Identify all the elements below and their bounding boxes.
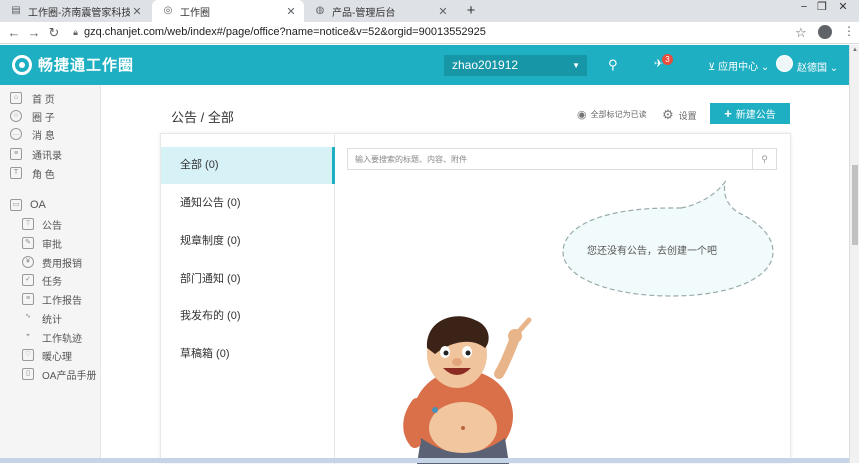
- cartoon-character: [403, 316, 532, 464]
- search-icon[interactable]: ⚲: [608, 57, 618, 73]
- logo[interactable]: 畅捷通工作圈: [12, 54, 134, 75]
- avatar[interactable]: [776, 55, 793, 72]
- close-icon[interactable]: ✕: [284, 5, 298, 18]
- category-department[interactable]: 部门通知 (0): [161, 261, 335, 298]
- company-select[interactable]: zhao201912 ▼: [444, 55, 587, 76]
- mark-all-read-button[interactable]: ◉ 全部标记为已读: [577, 108, 647, 121]
- caret-down-icon: ▼: [572, 61, 580, 70]
- sidebar-item-contacts[interactable]: ≡ 通讯录: [10, 145, 62, 163]
- oa-icon: ▭: [10, 199, 22, 211]
- message-icon: …: [10, 128, 22, 140]
- sidebar-item-manual[interactable]: ▯ OA产品手册: [22, 365, 96, 383]
- minimize-icon[interactable]: −: [797, 0, 811, 18]
- more-menu-icon[interactable]: ⋮: [843, 24, 855, 38]
- plus-icon: +: [724, 106, 732, 121]
- page-scrollbar[interactable]: ▲: [849, 45, 859, 463]
- sidebar-item-messages[interactable]: … 消 息: [10, 125, 55, 143]
- shirt-icon: T: [10, 167, 22, 179]
- task-icon: ✓: [22, 274, 34, 286]
- browser-tab-3[interactable]: ◍ 产品-管理后台 ✕: [304, 0, 456, 22]
- notice-icon: ⊤: [22, 218, 34, 230]
- logo-text: 畅捷通工作圈: [38, 57, 135, 74]
- window-close-icon[interactable]: ✕: [836, 0, 850, 18]
- sidebar-item-circle[interactable]: ○ 圈 子: [10, 107, 55, 125]
- category-rules[interactable]: 规章制度 (0): [161, 223, 335, 260]
- sidebar-item-home[interactable]: ⌂ 首 页: [10, 89, 55, 107]
- forward-icon[interactable]: →: [26, 25, 42, 41]
- search-icon[interactable]: ⚲: [752, 149, 776, 169]
- chevron-down-icon: ⌄: [829, 63, 839, 74]
- category-drafts[interactable]: 草稿箱 (0): [161, 336, 335, 373]
- os-taskbar: [0, 458, 849, 463]
- user-menu[interactable]: 赵德国 ⌄: [797, 59, 838, 74]
- sidebar-item-care[interactable]: ♡ 暖心理: [22, 346, 72, 364]
- contacts-icon: ≡: [10, 148, 22, 160]
- spinner-icon: ◎: [163, 5, 173, 16]
- eye-icon: ◉: [577, 109, 587, 121]
- new-notice-button[interactable]: + 新建公告: [710, 103, 790, 124]
- chart-icon: ∿: [25, 313, 31, 320]
- restore-icon[interactable]: ❐: [815, 0, 829, 18]
- browser-tab-2[interactable]: ◎ 工作圈 ✕: [152, 0, 304, 22]
- browser-tab-1[interactable]: ▤ 工作圈-济南震管家科技有限公司 ✕: [0, 0, 150, 22]
- sidebar-item-track[interactable]: ⌖ 工作轨迹: [22, 328, 82, 346]
- expense-icon: ¥: [22, 256, 34, 268]
- close-icon[interactable]: ✕: [130, 5, 144, 18]
- new-tab-button[interactable]: +: [463, 0, 479, 22]
- logo-icon: [12, 54, 32, 75]
- notice-panel: 全部 (0) 通知公告 (0) 规章制度 (0) 部门通知 (0) 我发布的 (…: [160, 133, 791, 464]
- page-icon: ▤: [11, 5, 21, 16]
- back-icon[interactable]: ←: [6, 25, 22, 41]
- sidebar-section-oa[interactable]: ▭ OA: [10, 196, 46, 214]
- sidebar: ⌂ 首 页 ○ 圈 子 … 消 息 ≡ 通讯录 T角 色 ▭ OA ⊤ 公告 ✎ 审批 ¥ 费用…: [0, 85, 101, 463]
- scrollbar-thumb[interactable]: [852, 165, 858, 245]
- lock-icon[interactable]: 🔒︎: [70, 27, 81, 38]
- category-notification[interactable]: 通知公告 (0): [161, 185, 335, 222]
- category-list: 全部 (0) 通知公告 (0) 规章制度 (0) 部门通知 (0) 我发布的 (…: [161, 134, 335, 464]
- report-icon: ≡: [22, 293, 34, 305]
- close-icon[interactable]: ✕: [436, 5, 450, 18]
- category-all[interactable]: 全部 (0): [161, 147, 335, 184]
- notification-badge: 3: [662, 54, 673, 65]
- sidebar-item-statistics[interactable]: ∿ 统计: [22, 309, 62, 327]
- star-icon[interactable]: ☆: [795, 25, 807, 41]
- browser-tab-strip: ▤ 工作圈-济南震管家科技有限公司 ✕ ◎ 工作圈 ✕ ◍ 产品-管理后台 ✕ …: [0, 0, 859, 22]
- app-header: 畅捷通工作圈 zhao201912 ▼ ⚲ ✈ 3 ⊻ 应用中心 ⌄ 赵德国 ⌄: [0, 45, 849, 85]
- approval-icon: ✎: [22, 237, 34, 249]
- settings-button[interactable]: ⚙ 设置: [662, 107, 697, 123]
- sidebar-item-roles[interactable]: T角 色: [10, 164, 55, 182]
- sidebar-item-task[interactable]: ✓ 任务: [22, 271, 62, 289]
- category-my-published[interactable]: 我发布的 (0): [161, 298, 335, 335]
- sidebar-item-notice[interactable]: ⊤ 公告: [22, 215, 62, 233]
- app-center-menu[interactable]: ⊻ 应用中心 ⌄: [708, 58, 769, 73]
- profile-icon[interactable]: [818, 25, 832, 39]
- circle-icon: ○: [10, 110, 22, 122]
- notice-search: ⚲: [347, 148, 777, 170]
- home-icon: ⌂: [10, 92, 22, 104]
- manual-icon: ▯: [22, 368, 34, 380]
- empty-message: 您还没有公告，去创建一个吧: [587, 246, 717, 257]
- globe-icon: ◍: [315, 5, 325, 16]
- heart-icon: ♡: [22, 349, 34, 361]
- track-icon: ⌖: [26, 332, 30, 339]
- scroll-up-icon[interactable]: ▲: [851, 47, 859, 53]
- company-name: zhao201912: [452, 58, 519, 72]
- reload-icon[interactable]: ↻: [46, 25, 62, 41]
- gear-icon: ⚙: [662, 107, 674, 122]
- page-title: 公告 / 全部: [171, 110, 234, 125]
- main-content: 公告 / 全部 ◉ 全部标记为已读 ⚙ 设置 + 新建公告 全部 (0) 通知公…: [101, 85, 849, 464]
- sidebar-item-report[interactable]: ≡ 工作报告: [22, 290, 82, 308]
- sidebar-item-expense[interactable]: ¥ 费用报销: [22, 253, 82, 271]
- search-input[interactable]: [348, 149, 752, 169]
- sidebar-item-approval[interactable]: ✎ 审批: [22, 234, 62, 252]
- url-field[interactable]: gzq.chanjet.com/web/index#/page/office?n…: [84, 26, 486, 38]
- address-bar: ← → ↻ 🔒︎ gzq.chanjet.com/web/index#/page…: [0, 22, 859, 44]
- chevron-down-icon: ⌄: [760, 62, 770, 73]
- cart-icon: ⊻: [708, 62, 716, 73]
